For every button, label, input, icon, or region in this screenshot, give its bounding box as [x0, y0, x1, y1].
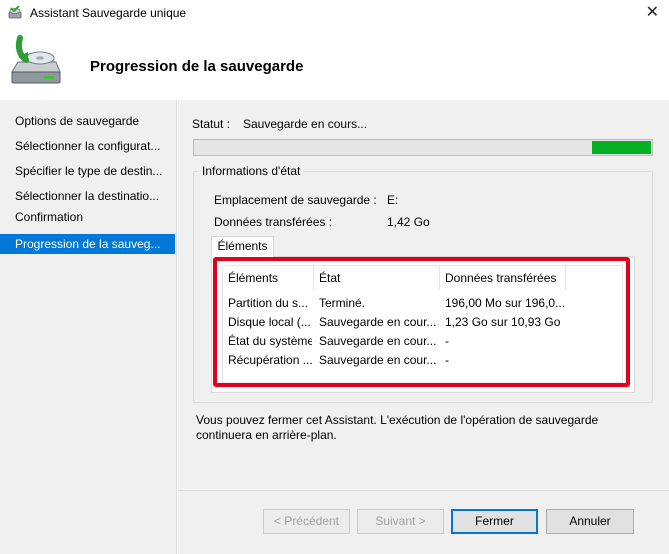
progress-fill: [592, 141, 651, 154]
page-title: Progression de la sauvegarde: [90, 58, 304, 75]
transferred-data-value: 1,42 Go: [387, 215, 430, 229]
column-header-state[interactable]: État: [314, 266, 440, 290]
sidebar-item-destination[interactable]: Sélectionner la destinatio...: [0, 186, 175, 206]
transferred-data-label: Données transférées :: [214, 215, 333, 229]
info-text-line-2: continuera en arrière-plan.: [196, 428, 337, 442]
table-row-3-state[interactable]: Sauvegarde en cour...: [319, 351, 439, 370]
column-header-transferred[interactable]: Données transférées: [440, 266, 566, 290]
highlighted-items-list: Éléments État Données transférées Partit…: [213, 257, 630, 387]
tab-elements[interactable]: Éléments: [211, 236, 274, 257]
wizard-steps-sidebar: Options de sauvegarde Sélectionner la co…: [0, 100, 177, 554]
table-row-1-element[interactable]: Disque local (...: [228, 313, 312, 332]
backup-location-label: Emplacement de sauvegarde :: [214, 193, 377, 207]
sidebar-item-destination-type[interactable]: Spécifier le type de destin...: [0, 161, 175, 181]
sidebar-item-confirmation[interactable]: Confirmation: [0, 207, 175, 227]
column-header-elements[interactable]: Éléments: [223, 266, 314, 290]
table-row-1-state[interactable]: Sauvegarde en cour...: [319, 313, 439, 332]
sidebar-item-configuration[interactable]: Sélectionner la configurat...: [0, 136, 175, 156]
backup-location-value: E:: [387, 193, 399, 207]
info-text-line-1: Vous pouvez fermer cet Assistant. L'exéc…: [196, 413, 599, 427]
items-list-view[interactable]: Éléments État Données transférées Partit…: [222, 265, 623, 383]
table-row-2-element[interactable]: État du système: [228, 332, 312, 351]
cancel-button[interactable]: Annuler: [546, 509, 634, 534]
background-info-text: Vous pouvez fermer cet Assistant. L'exéc…: [196, 413, 636, 443]
previous-button[interactable]: < Précédent: [263, 509, 350, 534]
title-bar: Assistant Sauvegarde unique ✕: [0, 0, 669, 26]
backup-app-icon: [8, 6, 22, 19]
backup-drive-icon: [11, 35, 61, 84]
table-row-0-transferred[interactable]: 196,00 Mo sur 196,0...: [445, 294, 623, 313]
wizard-header: Progression de la sauvegarde: [0, 26, 669, 100]
backup-progress-bar: [193, 139, 653, 156]
status-value: Sauvegarde en cours...: [243, 117, 368, 131]
close-icon[interactable]: ✕: [646, 4, 659, 20]
table-row-1-transferred[interactable]: 1,23 Go sur 10,93 Go: [445, 313, 623, 332]
state-info-legend: Informations d'état: [199, 164, 304, 178]
table-row-2-transferred[interactable]: -: [445, 332, 623, 351]
table-row-3-element[interactable]: Récupération ...: [228, 351, 312, 370]
status-label: Statut :: [192, 117, 231, 131]
close-button[interactable]: Fermer: [451, 509, 538, 534]
table-row-3-transferred[interactable]: -: [445, 351, 623, 370]
sidebar-item-progress[interactable]: Progression de la sauveg...: [0, 234, 175, 254]
table-row-2-state[interactable]: Sauvegarde en cour...: [319, 332, 439, 351]
window-title: Assistant Sauvegarde unique: [30, 6, 187, 20]
next-button[interactable]: Suivant >: [357, 509, 444, 534]
sidebar-item-options[interactable]: Options de sauvegarde: [0, 111, 175, 131]
table-row-0-element[interactable]: Partition du s...: [228, 294, 312, 313]
table-row-0-state[interactable]: Terminé.: [319, 294, 439, 313]
